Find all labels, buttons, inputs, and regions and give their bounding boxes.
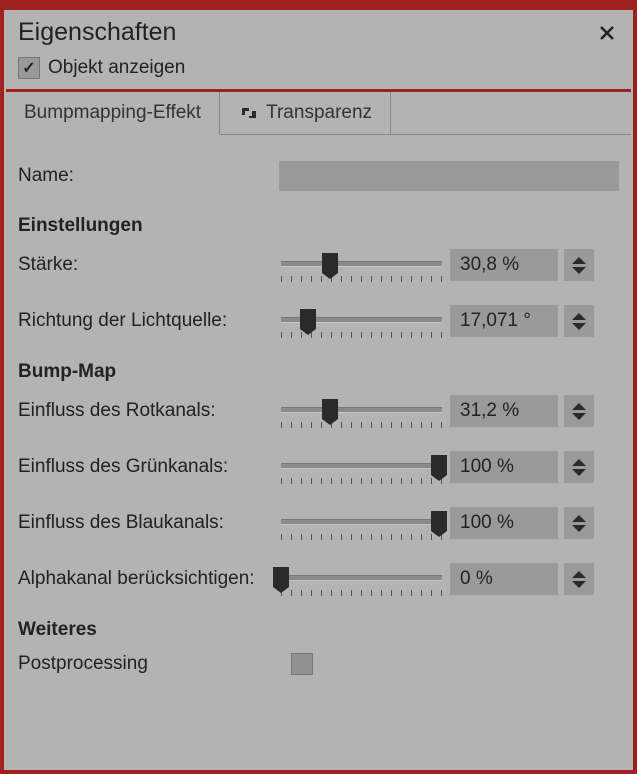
lightdir-label: Richtung der Lichtquelle: [18, 310, 273, 332]
green-value[interactable]: 100 % [450, 451, 558, 483]
lightdir-slider[interactable] [279, 306, 444, 336]
transparency-icon [238, 104, 260, 122]
panel-title: Eigenschaften [18, 18, 176, 47]
strength-label: Stärke: [18, 254, 273, 276]
name-label: Name: [18, 165, 273, 187]
red-row: Einfluss des Rotkanals: 31,2 % [18, 395, 619, 427]
tab-transparency[interactable]: Transparenz [220, 92, 391, 134]
tab-transparency-label: Transparenz [266, 102, 372, 124]
strength-spinner[interactable] [564, 249, 594, 281]
red-label: Einfluss des Rotkanals: [18, 400, 273, 422]
red-spinner[interactable] [564, 395, 594, 427]
close-button[interactable] [595, 21, 619, 45]
postprocessing-checkbox[interactable] [291, 653, 313, 675]
tab-bumpmapping-label: Bumpmapping-Effekt [24, 102, 201, 124]
red-slider[interactable] [279, 396, 444, 426]
red-value[interactable]: 31,2 % [450, 395, 558, 427]
strength-row: Stärke: 30,8 % [18, 249, 619, 281]
blue-slider[interactable] [279, 508, 444, 538]
blue-row: Einfluss des Blaukanals: 100 % [18, 507, 619, 539]
show-object-checkbox[interactable] [18, 57, 40, 79]
tab-bumpmapping[interactable]: Bumpmapping-Effekt [6, 92, 220, 135]
strength-slider[interactable] [279, 250, 444, 280]
name-input[interactable] [279, 161, 619, 191]
postprocessing-label: Postprocessing [18, 653, 273, 675]
green-row: Einfluss des Grünkanals: 100 % [18, 451, 619, 483]
lightdir-value[interactable]: 17,071 ° [450, 305, 558, 337]
alpha-slider[interactable] [279, 564, 444, 594]
lightdir-row: Richtung der Lichtquelle: 17,071 ° [18, 305, 619, 337]
lightdir-spinner[interactable] [564, 305, 594, 337]
alpha-value[interactable]: 0 % [450, 563, 558, 595]
name-row: Name: [18, 161, 619, 191]
strength-value[interactable]: 30,8 % [450, 249, 558, 281]
blue-spinner[interactable] [564, 507, 594, 539]
section-bumpmap: Bump-Map [18, 361, 619, 383]
green-slider[interactable] [279, 452, 444, 482]
green-spinner[interactable] [564, 451, 594, 483]
section-settings: Einstellungen [18, 215, 619, 237]
tab-strip: Bumpmapping-Effekt Transparenz [6, 89, 631, 135]
alpha-row: Alphakanal berücksichtigen: 0 % [18, 563, 619, 595]
green-label: Einfluss des Grünkanals: [18, 456, 273, 478]
blue-label: Einfluss des Blaukanals: [18, 512, 273, 534]
properties-panel: Eigenschaften Objekt anzeigen Bumpmappin… [0, 0, 637, 774]
alpha-label: Alphakanal berücksichtigen: [18, 568, 273, 590]
tab-content: Name: Einstellungen Stärke: 30,8 % Richt… [4, 135, 633, 691]
show-object-label: Objekt anzeigen [48, 57, 185, 79]
section-more: Weiteres [18, 619, 619, 641]
panel-header: Eigenschaften [4, 10, 633, 51]
blue-value[interactable]: 100 % [450, 507, 558, 539]
alpha-spinner[interactable] [564, 563, 594, 595]
postprocessing-row: Postprocessing [18, 653, 619, 675]
close-icon [599, 25, 615, 41]
show-object-row: Objekt anzeigen [4, 51, 633, 89]
